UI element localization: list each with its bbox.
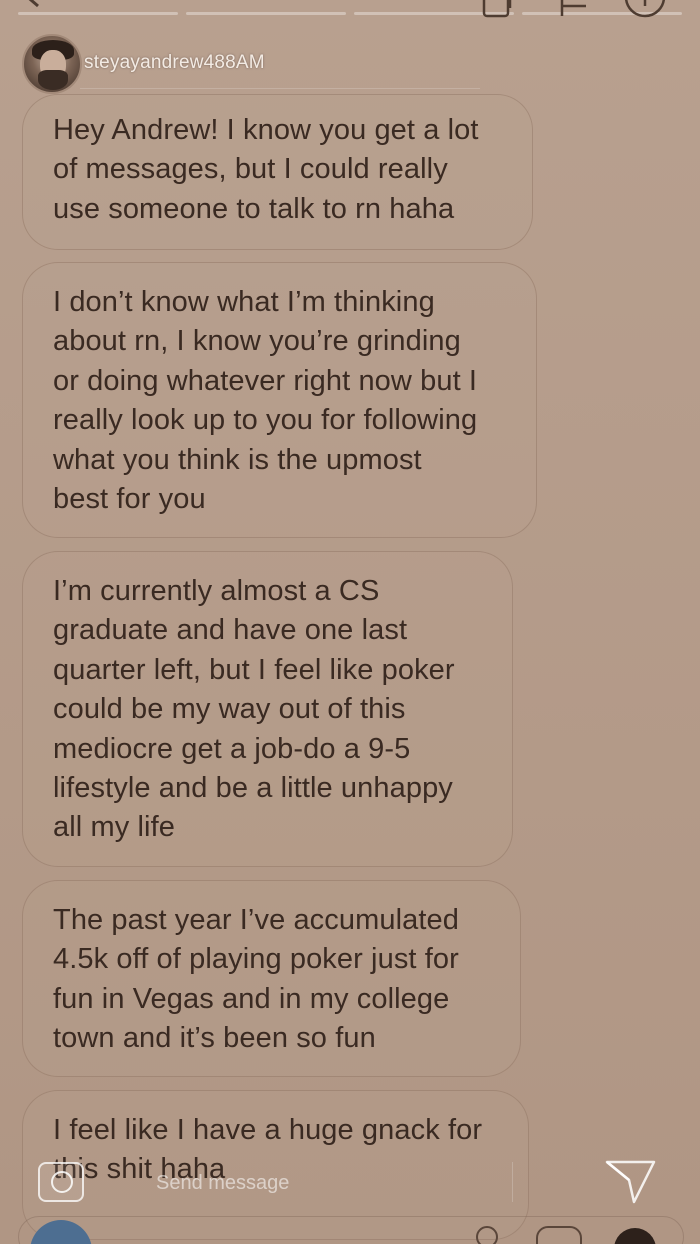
message-list: Hey Andrew! I know you get a lot of mess… xyxy=(0,0,700,1244)
smile-icon[interactable] xyxy=(476,1226,498,1244)
paper-plane-icon[interactable] xyxy=(604,1158,658,1206)
reply-divider xyxy=(512,1162,513,1202)
message-text: I’m currently almost a CS graduate and h… xyxy=(53,575,455,844)
send-message-input[interactable]: Send message xyxy=(156,1172,289,1195)
message-text: I don’t know what I’m thinking about rn,… xyxy=(53,286,478,516)
message-text: The past year I’ve accumulated 4.5k off … xyxy=(53,904,459,1055)
bottom-bar xyxy=(0,1212,700,1244)
gallery-icon[interactable] xyxy=(536,1226,582,1244)
reply-bar: Send message xyxy=(22,1152,662,1212)
message-bubble[interactable]: I don’t know what I’m thinking about rn,… xyxy=(22,262,537,538)
camera-icon xyxy=(51,1171,73,1193)
message-bubble[interactable]: I’m currently almost a CS graduate and h… xyxy=(22,551,513,867)
message-text: Hey Andrew! I know you get a lot of mess… xyxy=(53,114,479,225)
message-bubble[interactable]: The past year I’ve accumulated 4.5k off … xyxy=(22,880,521,1077)
camera-button[interactable] xyxy=(38,1162,84,1202)
message-bubble[interactable]: Hey Andrew! I know you get a lot of mess… xyxy=(22,94,533,250)
story-reply-screen: steyayandrew488AM Hey Andrew! I know you… xyxy=(0,0,700,1244)
bottom-input-pill[interactable] xyxy=(18,1216,684,1244)
